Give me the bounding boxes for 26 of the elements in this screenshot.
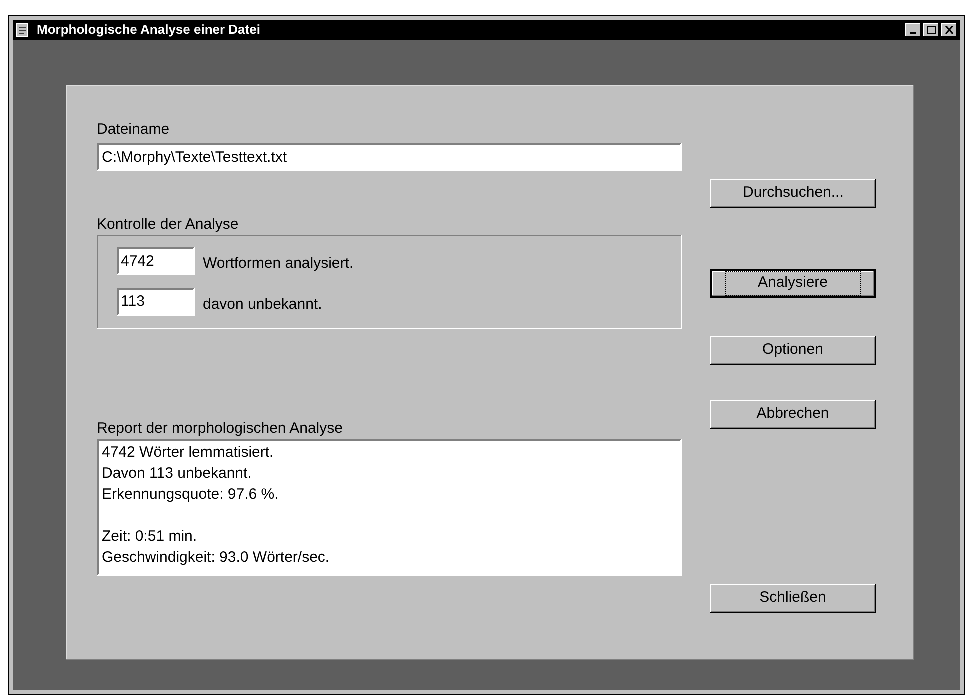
report-label: Report der morphologischen Analyse — [97, 419, 344, 439]
count-field[interactable]: 4742 — [117, 247, 195, 276]
report-line: Erkennungsquote: 97.6 %. — [102, 485, 280, 505]
count-label: Wortformen analysiert. — [203, 254, 354, 274]
close-button[interactable] — [941, 23, 957, 37]
minimize-button[interactable] — [905, 23, 921, 37]
push-button[interactable]: Optionen — [710, 336, 876, 365]
count-label: davon unbekannt. — [203, 294, 322, 314]
report-area[interactable]: 4742 Wörter lemmatisiert. Davon 113 unbekannt. Erkennungsquote: 97.6 %. Zeit: 0:51 min. Geschwindigkeit: 93.0 Wörter/sec. — [97, 439, 682, 576]
push-button[interactable]: Analysiere — [710, 269, 876, 298]
group-label: Kontrolle der Analyse — [97, 215, 240, 235]
document-icon — [16, 22, 31, 38]
window-title: Morphologische Analyse einer Datei — [37, 21, 260, 40]
report-line: 4742 Wörter lemmatisiert. — [102, 443, 275, 463]
report-line: Zeit: 0:51 min. — [102, 527, 198, 547]
close-icon — [944, 26, 954, 34]
maximize-icon — [926, 26, 936, 34]
field-label: Dateiname — [97, 120, 171, 140]
push-button[interactable]: Durchsuchen... — [710, 179, 876, 208]
report-line: Geschwindigkeit: 93.0 Wörter/sec. — [102, 548, 331, 568]
push-button[interactable]: Schließen — [710, 584, 876, 613]
maximize-button[interactable] — [923, 23, 939, 37]
push-button[interactable]: Abbrechen — [710, 400, 876, 429]
report-line: Davon 113 unbekannt. — [102, 464, 253, 484]
filename-field[interactable]: C:\Morphy\Texte\Testtext.txt — [97, 143, 682, 171]
count-field[interactable]: 113 — [117, 288, 195, 316]
